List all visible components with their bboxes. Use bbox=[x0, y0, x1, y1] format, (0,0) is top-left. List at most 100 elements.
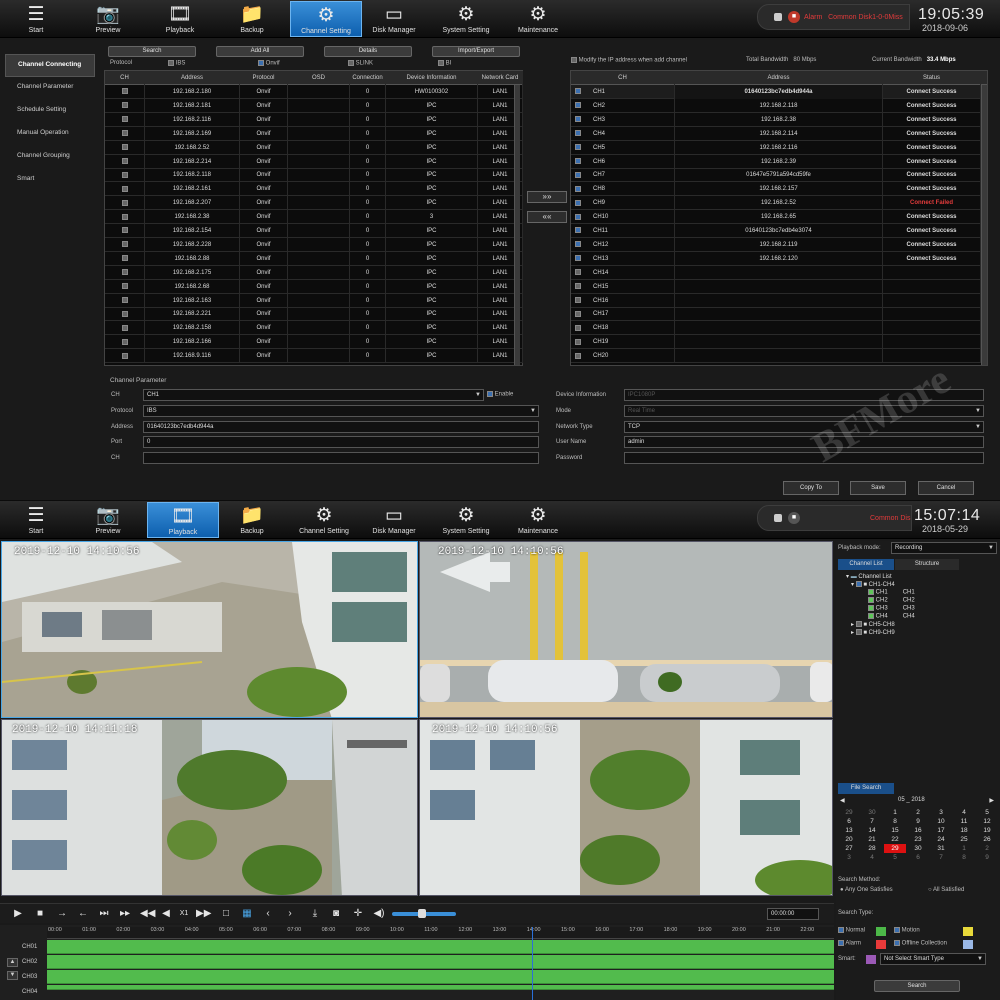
checkbox-icon[interactable] bbox=[575, 171, 581, 178]
table-row[interactable]: CH14 bbox=[571, 265, 987, 280]
calendar-day[interactable]: 6 bbox=[838, 817, 860, 826]
table-row[interactable]: CH18 bbox=[571, 321, 987, 336]
tab-file-search[interactable]: File Search bbox=[838, 783, 894, 794]
calendar-day[interactable]: 3 bbox=[930, 808, 952, 817]
next-frame-icon[interactable]: ⏭ bbox=[98, 907, 110, 920]
timeline-recording-track[interactable] bbox=[47, 970, 834, 984]
tree-group-ch5-ch8[interactable]: ▸ ■ CH5-CH8 bbox=[851, 621, 895, 628]
ch-select[interactable]: CH1 ▼ bbox=[143, 389, 484, 401]
calendar-day[interactable]: 19 bbox=[976, 826, 998, 835]
channel-cell[interactable]: CH8 bbox=[571, 182, 675, 197]
calendar-day[interactable]: 8 bbox=[953, 853, 975, 862]
calendar-day[interactable]: 27 bbox=[838, 844, 860, 853]
table-row[interactable]: 192.168.2.116 Onvif 0 IPC LAN1 bbox=[105, 112, 523, 127]
channel-cell[interactable]: CH11 bbox=[571, 224, 675, 238]
video-pane-1[interactable]: 2019-12-10 14:10:56 bbox=[1, 541, 418, 718]
checkbox-icon[interactable] bbox=[121, 310, 128, 317]
channel-cell[interactable]: CH12 bbox=[571, 237, 675, 252]
checkbox-icon[interactable] bbox=[121, 88, 128, 95]
channel-cell[interactable]: CH16 bbox=[571, 293, 675, 308]
calendar-day[interactable]: 7 bbox=[930, 853, 952, 862]
calendar-day[interactable]: 14 bbox=[861, 826, 883, 835]
checkbox-icon[interactable] bbox=[575, 269, 581, 276]
table-row[interactable]: 192.168.2.228 Onvif 0 IPC LAN1 bbox=[105, 237, 523, 252]
table-row[interactable]: CH9 192.168.2.52 Connect Failed bbox=[571, 196, 987, 211]
right-table-scrollbar[interactable] bbox=[981, 85, 987, 365]
calendar-day[interactable]: 11 bbox=[953, 817, 975, 826]
stop-icon[interactable]: ■ bbox=[34, 907, 46, 920]
row-checkbox[interactable] bbox=[105, 85, 145, 99]
calendar-day[interactable]: 10 bbox=[930, 817, 952, 826]
table-row[interactable]: 192.168.2.221 Onvif 0 IPC LAN1 bbox=[105, 307, 523, 322]
nav-channel-setting[interactable]: ⚙ Channel Setting bbox=[288, 502, 360, 538]
video-pane-3[interactable]: 2019-12-10 14:11:18 bbox=[1, 719, 418, 896]
table-row[interactable]: 192.168.2.161 Onvif 0 IPC LAN1 bbox=[105, 182, 523, 197]
table-row[interactable]: CH19 bbox=[571, 335, 987, 350]
checkbox-icon[interactable] bbox=[121, 269, 128, 276]
checkbox-icon[interactable] bbox=[575, 283, 581, 290]
calendar-day[interactable]: 1 bbox=[884, 808, 906, 817]
timeline-recording-track[interactable] bbox=[47, 985, 834, 990]
calendar-day[interactable]: 24 bbox=[930, 835, 952, 844]
calendar-day[interactable]: 2 bbox=[907, 808, 929, 817]
password-input[interactable] bbox=[624, 452, 984, 464]
checkbox-icon[interactable] bbox=[571, 57, 577, 63]
table-row[interactable]: CH12 192.168.2.119 Connect Success bbox=[571, 237, 987, 252]
row-checkbox[interactable] bbox=[105, 126, 145, 141]
calendar-day[interactable]: 4 bbox=[861, 853, 883, 862]
table-row[interactable]: 192.168.2.163 Onvif 0 IPC LAN1 bbox=[105, 293, 523, 308]
import-export-button[interactable]: Import/Export bbox=[432, 46, 520, 57]
table-row[interactable]: CH6 192.168.2.39 Connect Success bbox=[571, 154, 987, 169]
checkbox-icon[interactable] bbox=[575, 88, 581, 95]
single-view-icon[interactable]: □ bbox=[220, 907, 232, 920]
channel-cell[interactable]: CH2 bbox=[571, 98, 675, 113]
protocol-filter-ibs[interactable]: IBS bbox=[168, 60, 185, 67]
row-checkbox[interactable] bbox=[105, 265, 145, 280]
nav-system-setting[interactable]: ⚙ System Setting bbox=[430, 502, 502, 538]
checkbox-icon[interactable] bbox=[575, 130, 581, 137]
any-one-satisfies-radio[interactable]: ● Any One Satisfies bbox=[840, 887, 893, 893]
checkbox-icon[interactable] bbox=[121, 338, 128, 345]
nav-system-setting[interactable]: ⚙ System Setting bbox=[430, 1, 502, 37]
table-row[interactable]: 192.168.2.169 Onvif 0 IPC LAN1 bbox=[105, 126, 523, 141]
protocol-filter-slink[interactable]: SLINK bbox=[348, 60, 373, 67]
calendar-day[interactable]: 22 bbox=[884, 835, 906, 844]
tree-root[interactable]: ▾ ▬ Channel List bbox=[846, 573, 892, 580]
tab-channel-list[interactable]: Channel List bbox=[838, 559, 894, 570]
checkbox-icon[interactable] bbox=[575, 157, 581, 164]
nav-backup[interactable]: 📁 Backup bbox=[216, 502, 288, 538]
sidebar-item-manual-operation[interactable]: Manual Operation bbox=[5, 123, 95, 146]
tree-channel-2[interactable]: CH2 CH2 bbox=[868, 597, 915, 604]
snapshot-icon[interactable]: ◙ bbox=[330, 907, 342, 920]
channel-cell[interactable]: CH5 bbox=[571, 140, 675, 155]
calendar-day[interactable]: 7 bbox=[861, 817, 883, 826]
checkbox-icon[interactable] bbox=[868, 613, 874, 619]
enable-checkbox[interactable]: Enable bbox=[487, 391, 513, 398]
table-row[interactable]: 192.168.2.52 Onvif 0 IPC LAN1 bbox=[105, 140, 523, 155]
tree-group-ch1-ch4[interactable]: ▾ ■ CH1-CH4 bbox=[851, 581, 895, 588]
calendar-day[interactable]: 21 bbox=[861, 835, 883, 844]
type-motion-checkbox[interactable]: Motion bbox=[894, 927, 920, 934]
checkbox-icon[interactable] bbox=[575, 296, 581, 303]
nav-preview[interactable]: 📷 Preview bbox=[72, 1, 144, 37]
volume-slider-handle[interactable] bbox=[418, 909, 426, 918]
row-checkbox[interactable] bbox=[105, 335, 145, 350]
channel-cell[interactable]: CH19 bbox=[571, 335, 675, 350]
table-row[interactable]: 192.168.2.154 Onvif 0 IPC LAN1 bbox=[105, 224, 523, 238]
download-icon[interactable]: ⤓ bbox=[309, 907, 321, 920]
channel-cell[interactable]: CH3 bbox=[571, 112, 675, 127]
checkbox-icon[interactable] bbox=[575, 185, 581, 192]
column-header[interactable]: Address bbox=[145, 71, 240, 85]
calendar-day[interactable]: 3 bbox=[838, 853, 860, 862]
checkbox-icon[interactable] bbox=[855, 621, 862, 628]
nav-start[interactable]: ☰ Start bbox=[0, 502, 72, 538]
next-page-icon[interactable]: › bbox=[284, 907, 296, 920]
calendar-day[interactable]: 28 bbox=[861, 844, 883, 853]
checkbox-icon[interactable] bbox=[855, 629, 862, 636]
calendar-day[interactable]: 17 bbox=[930, 826, 952, 835]
copy-to-button[interactable]: Copy To bbox=[783, 481, 839, 495]
calendar-day[interactable]: 30 bbox=[907, 844, 929, 853]
checkbox-icon[interactable] bbox=[575, 255, 581, 262]
row-checkbox[interactable] bbox=[105, 154, 145, 169]
timeline-recording-track[interactable] bbox=[47, 955, 834, 969]
